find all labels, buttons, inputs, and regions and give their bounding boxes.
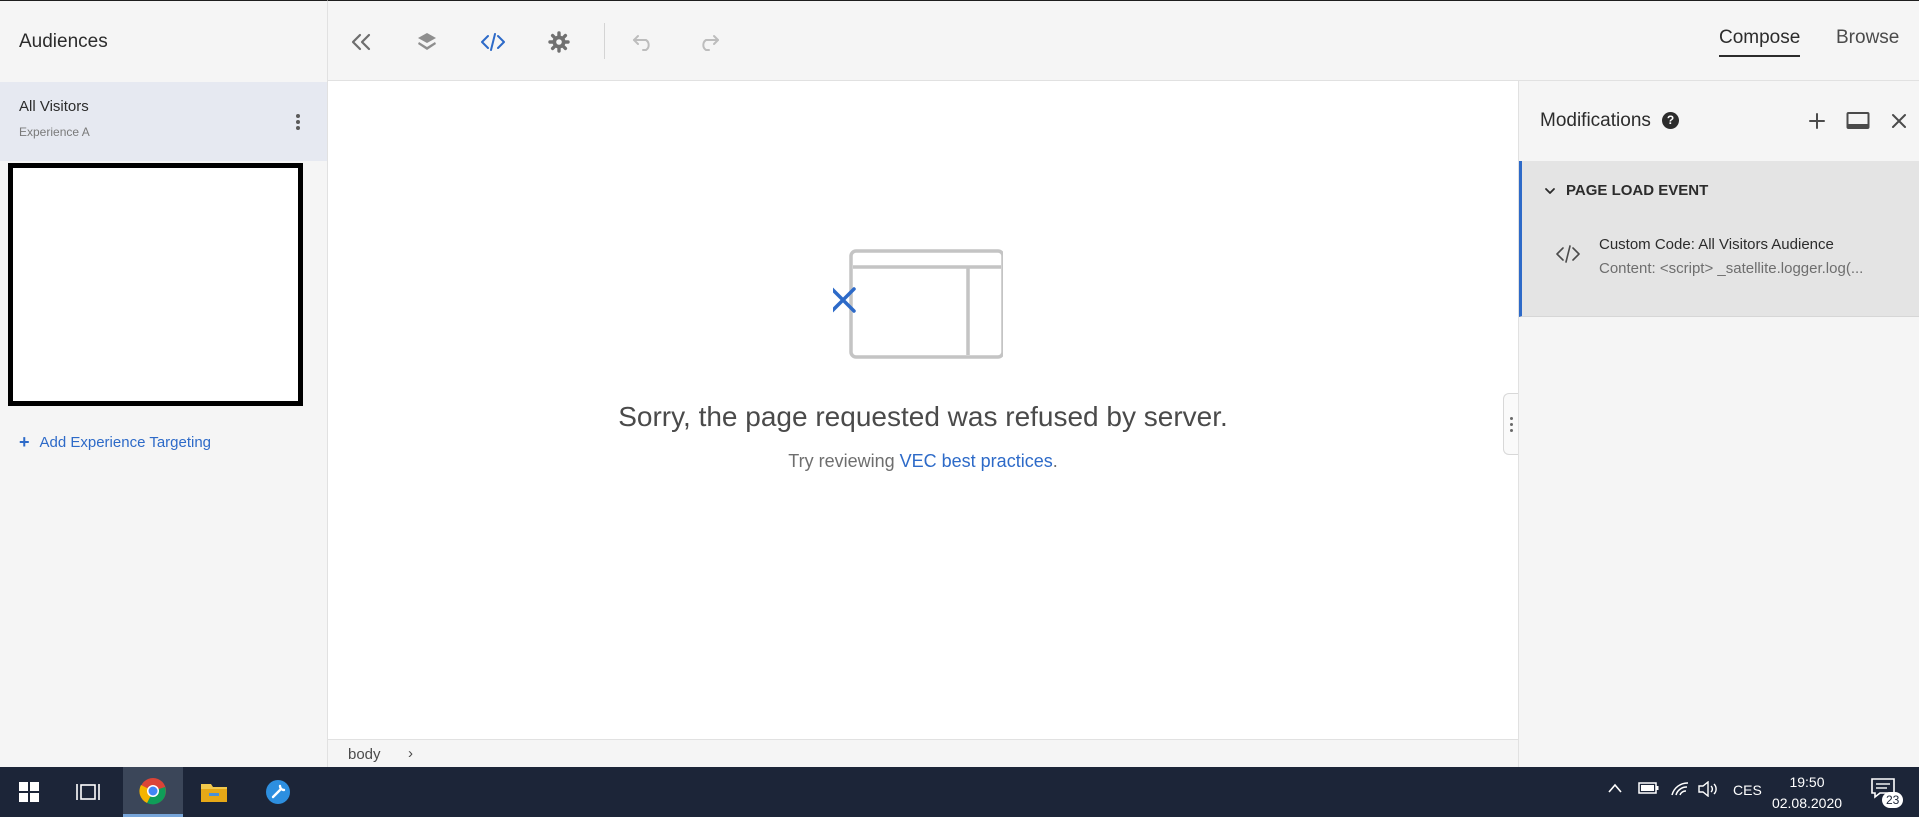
help-icon[interactable]: ? (1662, 112, 1679, 129)
audiences-panel: Audiences All Visitors Experience A + Ad… (0, 0, 328, 767)
plus-icon: + (19, 432, 30, 452)
code-icon (1556, 245, 1580, 263)
tray-chevron-up-icon[interactable] (1607, 781, 1623, 797)
experience-label: Experience A (19, 125, 90, 139)
clock[interactable]: 19:50 02.08.2020 (1768, 772, 1846, 814)
code-icon[interactable] (480, 29, 506, 55)
audience-name: All Visitors (19, 98, 89, 115)
device-preview-icon[interactable] (1846, 109, 1870, 133)
audiences-title: Audiences (19, 31, 108, 52)
layers-icon[interactable] (414, 29, 440, 55)
clock-time: 19:50 (1789, 774, 1825, 790)
path-element-body[interactable]: body (348, 746, 381, 763)
panel-resize-handle[interactable] (1503, 393, 1518, 455)
notification-count-badge: 23 (1882, 792, 1904, 808)
modifications-panel: Modifications ? PAGE LOAD EVENT Custom C… (1518, 81, 1919, 767)
page-load-event-group[interactable]: PAGE LOAD EVENT Custom Code: All Visitor… (1519, 161, 1919, 317)
redo-icon[interactable] (696, 29, 722, 55)
volume-icon[interactable] (1697, 780, 1719, 800)
hint-suffix: . (1052, 451, 1058, 471)
collapse-left-icon[interactable] (348, 29, 374, 55)
wifi-icon[interactable] (1670, 781, 1690, 800)
experience-thumbnail[interactable] (8, 163, 303, 406)
settings-icon[interactable] (546, 29, 572, 55)
compose-tab[interactable]: Compose (1719, 27, 1801, 57)
chevron-right-icon[interactable]: › (408, 745, 413, 762)
task-view-icon[interactable] (62, 767, 114, 817)
battery-icon[interactable] (1638, 781, 1660, 798)
audience-item-all-visitors[interactable]: All Visitors Experience A (0, 82, 327, 161)
chrome-icon[interactable] (123, 767, 183, 817)
hint-text: Try reviewing (788, 451, 900, 471)
element-path-bar: body › (328, 739, 1518, 767)
vec-best-practices-link[interactable]: VEC best practices (900, 451, 1053, 471)
undo-icon[interactable] (630, 29, 656, 55)
chevron-down-icon (1545, 187, 1555, 194)
broken-page-illustration (833, 249, 1003, 359)
add-experience-targeting-link[interactable]: + Add Experience Targeting (19, 433, 211, 451)
modifications-title: Modifications (1540, 110, 1651, 131)
windows-start-icon[interactable] (0, 767, 58, 817)
event-header-label: PAGE LOAD EVENT (1566, 182, 1709, 199)
file-explorer-icon[interactable] (188, 767, 240, 817)
event-header[interactable]: PAGE LOAD EVENT (1544, 182, 1708, 199)
app-tool-icon[interactable] (252, 767, 304, 817)
error-hint: Try reviewing VEC best practices. (328, 451, 1518, 472)
add-icon[interactable] (1805, 109, 1829, 133)
add-experience-targeting-label: Add Experience Targeting (39, 433, 212, 451)
windows-taskbar: CES 19:50 02.08.2020 23 (0, 767, 1919, 817)
modification-content: Content: <script> _satellite.logger.log(… (1599, 260, 1864, 277)
language-indicator[interactable]: CES (1733, 782, 1762, 798)
more-options-icon[interactable] (288, 112, 308, 134)
modification-title[interactable]: Custom Code: All Visitors Audience (1599, 236, 1834, 253)
browse-tab[interactable]: Browse (1836, 27, 1899, 49)
toolbar-divider (604, 23, 605, 59)
clock-date: 02.08.2020 (1771, 795, 1843, 811)
error-message: Sorry, the page requested was refused by… (618, 401, 1228, 432)
toolbar: Compose Browse (328, 0, 1919, 81)
close-icon[interactable] (1887, 109, 1911, 133)
page-canvas: Sorry, the page requested was refused by… (328, 81, 1518, 739)
